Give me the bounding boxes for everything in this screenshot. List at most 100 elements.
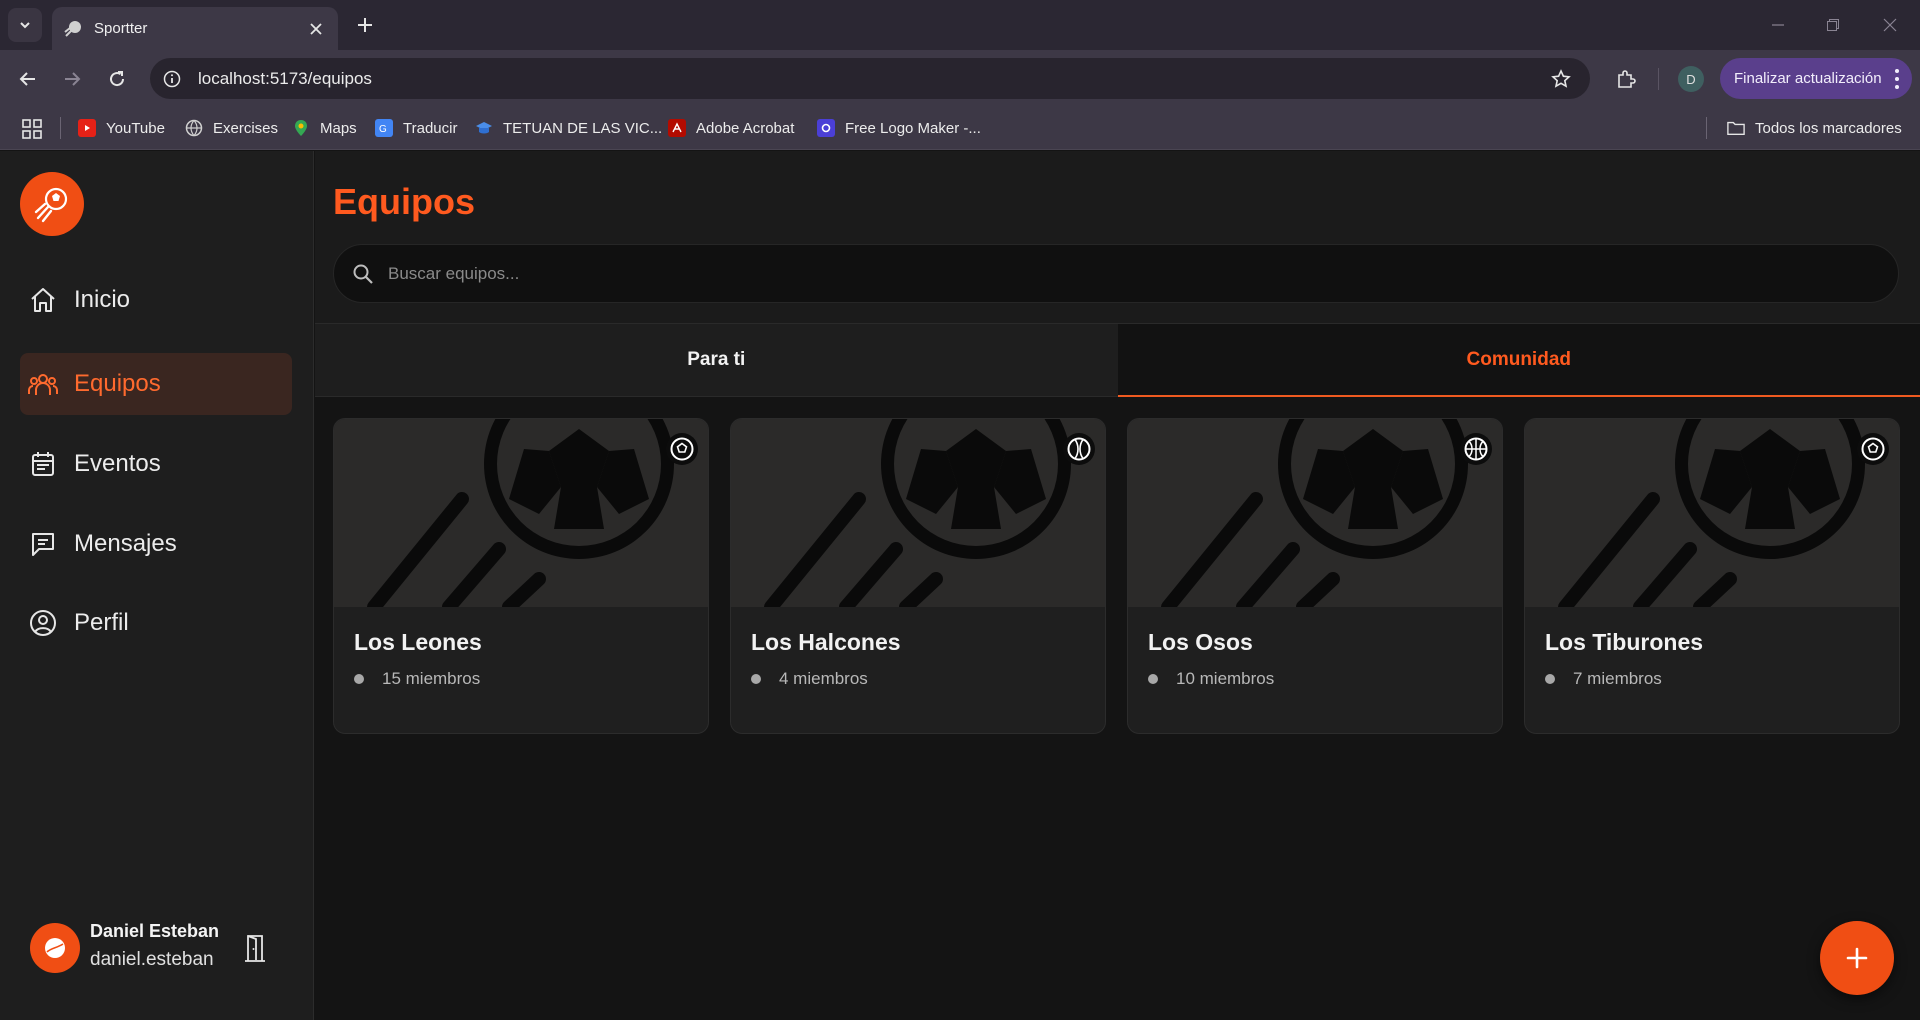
sidebar-item-inicio[interactable]: Inicio [20,269,292,331]
flaming-ball-banner-icon [367,419,674,607]
soccer-ball-icon [1857,433,1889,465]
browser-tabstrip: Sportter [0,0,1920,50]
update-button[interactable]: Finalizar actualización [1720,58,1912,99]
team-members: 7 miembros [1545,669,1662,689]
globe-icon [185,119,203,137]
profile-icon [28,608,58,638]
all-bookmarks-label: Todos los marcadores [1755,119,1902,137]
bookmark-label: YouTube [106,119,165,137]
bookmark-star-icon[interactable] [1546,64,1576,94]
close-window-button[interactable] [1870,10,1910,40]
search-bar[interactable] [333,244,1899,303]
sidebar-item-label: Inicio [74,286,131,313]
bookmark-traducir[interactable]: G Traducir [375,107,457,149]
reload-button[interactable] [101,63,133,95]
arrow-right-icon [65,72,81,86]
sidebar-item-label: Mensajes [74,530,177,557]
acrobat-icon [668,119,686,137]
main-content: Equipos Para ti Comunidad [315,151,1920,1020]
team-banner [1525,419,1899,607]
back-button[interactable] [12,63,44,95]
puzzle-icon [1618,70,1636,88]
add-team-button[interactable] [1820,921,1894,995]
message-icon [28,529,58,559]
ball-avatar-icon [45,938,65,958]
svg-text:G: G [379,124,387,134]
team-card[interactable]: Los Osos 10 miembros [1127,418,1503,734]
team-banner [334,419,708,607]
bookmark-tetuan[interactable]: TETUAN DE LAS VIC... [475,107,662,149]
team-card[interactable]: Los Halcones 4 miembros [730,418,1106,734]
extensions-button[interactable] [1610,63,1642,95]
profile-avatar[interactable]: D [1678,66,1704,92]
plus-icon [1846,947,1868,969]
address-bar[interactable]: localhost:5173/equipos [150,58,1590,99]
sidebar-item-equipos[interactable]: Equipos [20,353,292,415]
team-card[interactable]: Los Tiburones 7 miembros [1524,418,1900,734]
more-vert-icon[interactable] [1894,69,1900,89]
bookmark-logo-maker[interactable]: Free Logo Maker -... [817,107,981,149]
school-icon [475,119,493,137]
sidebar-item-perfil[interactable]: Perfil [20,592,292,654]
restore-icon [1827,19,1839,31]
maps-icon [292,119,310,137]
sportter-logo[interactable] [20,172,84,236]
forward-button[interactable] [56,63,88,95]
avatar[interactable] [30,923,80,973]
team-members: 15 miembros [354,669,480,689]
team-members: 4 miembros [751,669,868,689]
calendar-icon [28,449,58,479]
team-icon [28,369,58,399]
browser-tab-active[interactable]: Sportter [52,7,338,50]
tab-search-button[interactable] [8,8,42,42]
reload-icon [110,71,125,87]
apps-grid-icon[interactable] [20,117,44,141]
sidebar-item-eventos[interactable]: Eventos [20,433,292,495]
team-name: Los Leones [354,629,482,655]
team-name: Los Osos [1148,629,1253,655]
sidebar-item-mensajes[interactable]: Mensajes [20,513,292,575]
flaming-ball-icon [34,187,68,223]
flaming-ball-banner-icon [764,419,1071,607]
member-count: 4 miembros [779,669,868,688]
user-name: Daniel Esteban [90,921,220,941]
sidebar: Inicio Equipos Eventos Mensajes Perfil D… [0,151,314,1020]
page-header: Equipos [315,151,1920,324]
bookmark-youtube[interactable]: YouTube [78,107,165,149]
bookmark-label: Adobe Acrobat [696,119,795,137]
update-label: Finalizar actualización [1734,70,1882,87]
new-tab-button[interactable] [352,12,378,38]
restore-button[interactable] [1813,10,1853,40]
page-title: Equipos [333,181,475,222]
bookmark-exercises[interactable]: Exercises [185,107,278,149]
arrow-left-icon [19,72,35,86]
tab-comunidad[interactable]: Comunidad [1117,324,1920,397]
team-name: Los Halcones [751,629,901,655]
bookmark-label: Traducir [403,119,458,137]
home-icon [28,285,58,315]
bookmarks-divider [1706,117,1707,139]
team-card[interactable]: Los Leones 15 miembros [333,418,709,734]
minimize-button[interactable] [1758,10,1798,40]
tab-close-icon[interactable] [306,19,326,39]
door-exit-icon [245,935,265,962]
status-dot [354,674,364,684]
logout-button[interactable] [240,931,270,965]
status-dot [1148,674,1158,684]
teams-grid: Los Leones 15 miembros Los Halcones 4 mi… [333,418,1900,734]
bookmarks-bar: YouTube Exercises Maps G Traducir TETUAN… [0,107,1920,150]
bookmark-acrobat[interactable]: Adobe Acrobat [668,107,794,149]
search-input[interactable] [388,263,1898,284]
team-banner [731,419,1105,607]
bookmarks-divider [60,117,61,139]
toolbar-divider [1658,68,1659,90]
site-info-icon[interactable] [160,67,184,91]
bookmark-maps[interactable]: Maps [292,107,357,149]
tab-para-ti[interactable]: Para ti [315,324,1118,397]
sidebar-item-label: Perfil [74,609,129,636]
member-count: 7 miembros [1573,669,1662,688]
flaming-ball-banner-icon [1161,419,1468,607]
tab-title: Sportter [94,20,148,37]
bookmark-label: Exercises [213,119,279,137]
all-bookmarks-button[interactable]: Todos los marcadores [1727,107,1902,149]
